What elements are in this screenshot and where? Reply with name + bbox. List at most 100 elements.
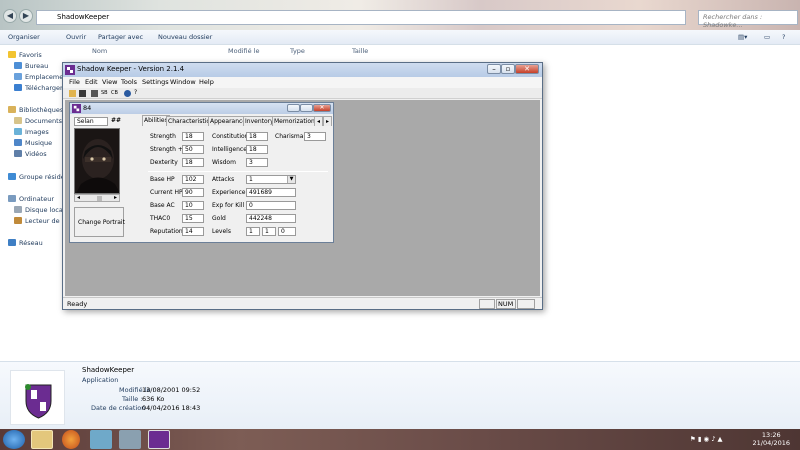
firefox-taskbar-icon[interactable] xyxy=(62,430,80,449)
menu-settings[interactable]: Settings xyxy=(142,78,169,86)
change-portrait-button[interactable]: Change Portrait xyxy=(74,207,125,237)
strength-plus-field[interactable]: 50 xyxy=(182,145,204,154)
sidebar-item-documents[interactable]: Documents xyxy=(14,117,62,125)
start-button[interactable] xyxy=(3,430,25,449)
details-size-value: 636 Ko xyxy=(142,395,165,403)
thac0-field[interactable]: 15 xyxy=(182,214,204,223)
open-folder-icon[interactable] xyxy=(69,90,76,97)
child-minimize-button[interactable] xyxy=(287,104,300,112)
sidebar-item-network[interactable]: Réseau xyxy=(8,239,43,247)
charisma-label: Charisma xyxy=(275,133,304,140)
base-ac-label: Base AC xyxy=(150,202,175,209)
sidebar-item-desktop[interactable]: Bureau xyxy=(14,62,48,70)
column-modified[interactable]: Modifié le xyxy=(228,47,259,55)
scroll-thumb[interactable] xyxy=(97,196,102,201)
tab-inventory[interactable]: Inventory xyxy=(243,116,276,126)
grid-icon[interactable] xyxy=(91,90,98,97)
attacks-select[interactable]: 1 ▼ xyxy=(246,175,296,184)
help-icon[interactable]: ? xyxy=(782,33,785,41)
chevron-down-icon[interactable]: ▼ xyxy=(287,176,295,183)
desktop-icon xyxy=(14,62,22,69)
clock[interactable]: 13:26 21/04/2016 xyxy=(753,431,790,447)
scroll-right-icon[interactable]: ▸ xyxy=(114,194,117,201)
globe-icon[interactable] xyxy=(124,90,131,97)
level-3-field[interactable]: 0 xyxy=(278,227,296,236)
gold-field[interactable]: 442248 xyxy=(246,214,296,223)
tab-scroll-left-button[interactable]: ◂ xyxy=(314,116,324,126)
address-bar[interactable]: ShadowKeeper xyxy=(36,10,686,25)
status-cell-num: NUM xyxy=(496,299,516,309)
constitution-field[interactable]: 18 xyxy=(246,132,268,141)
menu-file[interactable]: File xyxy=(69,78,80,86)
intelligence-field[interactable]: 18 xyxy=(246,145,268,154)
tab-scroll-right-button[interactable]: ▸ xyxy=(323,116,333,126)
explorer-taskbar-icon[interactable] xyxy=(31,430,53,449)
back-button[interactable]: ◀ xyxy=(3,9,17,23)
base-ac-field[interactable]: 10 xyxy=(182,201,204,210)
maximize-button[interactable]: ▫ xyxy=(501,64,515,74)
sb-button[interactable]: SB xyxy=(101,90,108,97)
videos-icon xyxy=(14,150,22,157)
sidebar-item-libraries[interactable]: Bibliothèques xyxy=(8,106,63,114)
close-button[interactable]: ✕ xyxy=(515,64,539,74)
sidebar-item-homegroup[interactable]: Groupe résiden xyxy=(8,173,69,181)
sidebar-item-computer[interactable]: Ordinateur xyxy=(8,195,54,203)
base-hp-field[interactable]: 102 xyxy=(182,175,204,184)
character-name-field[interactable]: Selan xyxy=(74,117,108,126)
menu-view[interactable]: View xyxy=(102,78,117,86)
sidebar-item-downloads[interactable]: Téléchargem xyxy=(14,84,66,92)
menu-window[interactable]: Window xyxy=(170,78,196,86)
menu-edit[interactable]: Edit xyxy=(85,78,98,86)
gold-label: Gold xyxy=(212,215,226,222)
reputation-field[interactable]: 14 xyxy=(182,227,204,236)
shadowkeeper-titlebar[interactable]: Shadow Keeper - Version 2.1.4 – ▫ ✕ xyxy=(63,63,542,77)
strength-field[interactable]: 18 xyxy=(182,132,204,141)
level-1-field[interactable]: 1 xyxy=(246,227,260,236)
view-options-icon[interactable]: ▤▾ xyxy=(738,33,747,41)
status-cell-empty-2 xyxy=(517,299,535,309)
help-question-icon[interactable]: ? xyxy=(134,89,137,96)
sidebar-item-pictures[interactable]: Images xyxy=(14,128,49,136)
menu-help[interactable]: Help xyxy=(199,78,214,86)
status-ready: Ready xyxy=(67,300,88,308)
minimize-button[interactable]: – xyxy=(487,64,501,74)
column-name[interactable]: Nom xyxy=(92,47,107,55)
portrait-scrollbar[interactable]: ◂ ▸ xyxy=(74,194,120,202)
experience-field[interactable]: 491689 xyxy=(246,188,296,197)
sidebar-item-local-disk[interactable]: Disque local ( xyxy=(14,206,69,214)
scroll-left-icon[interactable]: ◂ xyxy=(77,194,80,201)
app2-taskbar-icon[interactable] xyxy=(119,430,141,449)
dexterity-field[interactable]: 18 xyxy=(182,158,204,167)
breadcrumb[interactable]: ShadowKeeper xyxy=(57,13,109,21)
preview-pane-icon[interactable]: ▭ xyxy=(764,33,770,41)
child-maximize-button[interactable] xyxy=(300,104,313,112)
exp-kill-field[interactable]: 0 xyxy=(246,201,296,210)
search-input[interactable]: Rechercher dans : Shadowke... xyxy=(698,10,798,29)
save-icon[interactable] xyxy=(79,90,86,97)
charisma-field[interactable]: 3 xyxy=(304,132,326,141)
name-options-button[interactable]: ## xyxy=(111,117,121,124)
forward-button[interactable]: ▶ xyxy=(19,9,33,23)
column-size[interactable]: Taille xyxy=(352,47,368,55)
app-taskbar-icon[interactable] xyxy=(90,430,112,449)
constitution-label: Constitution xyxy=(212,133,249,140)
menu-tools[interactable]: Tools xyxy=(121,78,137,86)
sidebar-item-favorites[interactable]: Favoris xyxy=(8,51,42,59)
level-2-field[interactable]: 1 xyxy=(262,227,276,236)
cb-button[interactable]: CB xyxy=(111,90,118,97)
organize-button[interactable]: Organiser xyxy=(8,33,40,41)
new-folder-button[interactable]: Nouveau dossier xyxy=(158,33,212,41)
open-button[interactable]: Ouvrir xyxy=(66,33,86,41)
sidebar-item-videos[interactable]: Vidéos xyxy=(14,150,47,158)
child-close-button[interactable]: ✕ xyxy=(313,104,331,112)
shadowkeeper-taskbar-icon[interactable] xyxy=(148,430,170,449)
menu-bar: File Edit View Tools Settings Window Hel… xyxy=(63,77,542,88)
share-button[interactable]: Partager avec xyxy=(98,33,143,41)
tab-memorization[interactable]: Memorization xyxy=(272,116,317,126)
column-type[interactable]: Type xyxy=(290,47,305,55)
character-titlebar[interactable]: 84 ✕ xyxy=(70,103,333,114)
notification-icons[interactable]: ⚑ ▮ ◉ ♪ ▲ xyxy=(690,435,723,443)
wisdom-field[interactable]: 3 xyxy=(246,158,268,167)
current-hp-field[interactable]: 90 xyxy=(182,188,204,197)
sidebar-item-music[interactable]: Musique xyxy=(14,139,52,147)
